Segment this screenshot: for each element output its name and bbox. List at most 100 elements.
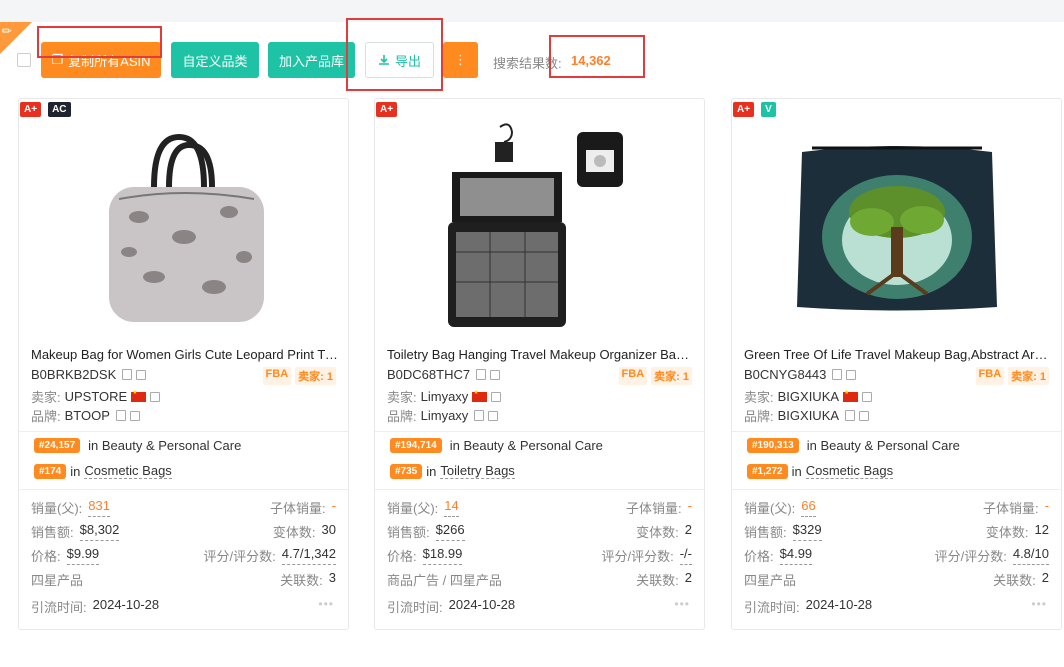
asin: B0CNYG8443 — [744, 367, 827, 382]
external-link-icon[interactable] — [150, 391, 161, 402]
top-strip — [0, 0, 1064, 22]
more-dots-icon[interactable]: ••• — [674, 597, 690, 611]
ac-badge: AC — [48, 102, 71, 117]
add-to-library-button[interactable]: 加入产品库 — [268, 42, 355, 78]
v-badge: V — [761, 102, 776, 117]
product-type: 四星产品 — [744, 573, 797, 588]
fba-tag: FBA — [262, 367, 292, 385]
main-rank: #190,313 — [747, 438, 799, 453]
sub-rank-category[interactable]: Cosmetic Bags — [805, 463, 894, 479]
product-image[interactable] — [375, 119, 704, 334]
asin: B0DC68THC7 — [387, 367, 471, 382]
more-dots-icon[interactable]: ••• — [1031, 597, 1047, 611]
product-card[interactable]: A+ AC Makeup Bag for Women Girls Cute Le… — [18, 98, 349, 630]
china-flag-icon — [472, 389, 488, 402]
main-rank: #194,714 — [390, 438, 442, 453]
sales-value[interactable]: 831 — [88, 498, 110, 517]
sellers-tag: 卖家: 1 — [1008, 367, 1049, 385]
copy-icon[interactable] — [122, 369, 133, 380]
brand-name: BIGXIUKA — [777, 408, 840, 423]
seller-name: Limyaxy — [420, 389, 469, 404]
external-link-icon[interactable] — [859, 410, 870, 421]
product-title[interactable]: Makeup Bag for Women Girls Cute Leopard … — [31, 347, 338, 362]
external-link-icon[interactable] — [129, 410, 140, 421]
copy-icon[interactable] — [476, 369, 487, 380]
traffic-date: 2024-10-28 — [448, 597, 516, 612]
highlight-box — [346, 18, 443, 91]
product-type: 四星产品 — [31, 573, 84, 588]
asin: B0BRKB2DSK — [31, 367, 117, 382]
select-all-checkbox[interactable] — [17, 53, 31, 67]
seller-name: UPSTORE — [64, 389, 128, 404]
product-title[interactable]: Green Tree Of Life Travel Makeup Bag,Abs… — [744, 347, 1051, 362]
china-flag-icon — [843, 389, 859, 402]
sub-rank-category[interactable]: Cosmetic Bags — [84, 463, 172, 479]
leopard-bag-image — [108, 133, 264, 322]
sales-value[interactable]: 66 — [801, 498, 816, 517]
external-link-icon[interactable] — [862, 391, 873, 402]
rating-value[interactable]: 4.8/10 — [1012, 546, 1049, 565]
aplus-badge: A+ — [733, 102, 755, 117]
fba-tag: FBA — [618, 367, 648, 385]
product-type: 商品广告 / 四星产品 — [387, 573, 502, 588]
sub-rank-category[interactable]: Toiletry Bags — [440, 463, 515, 479]
revenue-value[interactable]: $329 — [792, 522, 822, 541]
more-icon: ⋮ — [454, 52, 467, 67]
more-dots-icon[interactable]: ••• — [318, 597, 334, 611]
external-link-icon[interactable] — [846, 369, 857, 380]
child-sales-value: - — [1044, 498, 1049, 513]
product-image[interactable] — [19, 119, 348, 334]
sellers-tag: 卖家: 1 — [651, 367, 692, 385]
seller-name: BIGXIUKA — [777, 389, 840, 404]
brand-name: Limyaxy — [420, 408, 469, 423]
price-value[interactable]: $18.99 — [422, 546, 463, 565]
variants-value: 12 — [1034, 522, 1049, 537]
revenue-value[interactable]: $8,302 — [79, 522, 120, 541]
tree-of-life-bag-image — [796, 145, 997, 310]
main-rank-category: in Beauty & Personal Care — [449, 438, 603, 453]
sub-rank: #735 — [390, 463, 423, 479]
sales-value[interactable]: 14 — [444, 498, 459, 517]
child-sales-value: - — [331, 498, 336, 513]
variants-value: 2 — [684, 522, 692, 537]
product-title[interactable]: Toiletry Bag Hanging Travel Makeup Organ… — [387, 347, 694, 362]
related-value: 3 — [328, 570, 336, 585]
traffic-date: 2024-10-28 — [805, 597, 873, 612]
product-card[interactable]: A+ Toiletry Bag Hanging Travel Makeup Or… — [374, 98, 705, 630]
copy-icon[interactable] — [845, 410, 856, 421]
product-image[interactable] — [732, 119, 1061, 334]
main-rank-category: in Beauty & Personal Care — [88, 438, 242, 453]
sellers-tag: 卖家: 1 — [295, 367, 336, 385]
rating-value[interactable]: -/- — [679, 546, 692, 565]
external-link-icon[interactable] — [490, 369, 501, 380]
highlight-box — [549, 35, 645, 78]
custom-category-button[interactable]: 自定义品类 — [171, 42, 259, 78]
rating-value[interactable]: 4.7/1,342 — [281, 546, 336, 565]
aplus-badge: A+ — [20, 102, 42, 117]
main-rank-category: in Beauty & Personal Care — [806, 438, 960, 453]
variants-value: 30 — [321, 522, 336, 537]
main-rank: #24,157 — [34, 438, 81, 453]
copy-icon[interactable] — [832, 369, 843, 380]
copy-icon[interactable] — [474, 410, 485, 421]
sub-rank: #174 — [34, 463, 67, 479]
child-sales-value: - — [687, 498, 692, 513]
related-value: 2 — [684, 570, 692, 585]
more-options-button[interactable]: ⋮ — [443, 42, 478, 78]
external-link-icon[interactable] — [488, 410, 499, 421]
copy-icon[interactable] — [115, 410, 126, 421]
hanging-toiletry-bag-image — [447, 122, 623, 327]
revenue-value[interactable]: $266 — [435, 522, 465, 541]
traffic-date: 2024-10-28 — [92, 597, 160, 612]
product-card[interactable]: A+ V Green Tree Of Life Travel Makeup Ba… — [731, 98, 1062, 630]
external-link-icon[interactable] — [491, 391, 502, 402]
related-value: 2 — [1041, 570, 1049, 585]
sub-rank: #1,272 — [747, 463, 788, 479]
external-link-icon[interactable] — [136, 369, 147, 380]
fba-tag: FBA — [975, 367, 1005, 385]
brand-name: BTOOP — [64, 408, 110, 423]
price-value[interactable]: $4.99 — [779, 546, 813, 565]
price-value[interactable]: $9.99 — [66, 546, 100, 565]
china-flag-icon — [131, 389, 147, 402]
aplus-badge: A+ — [376, 102, 398, 117]
